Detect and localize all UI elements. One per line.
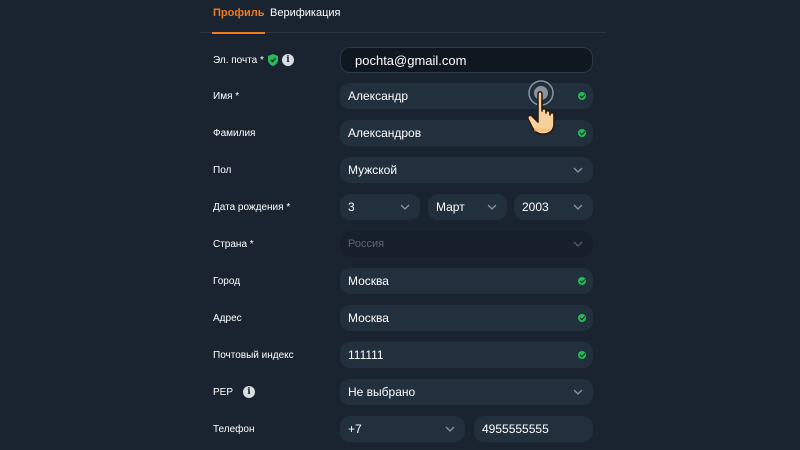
city-field[interactable]: Москва	[340, 268, 593, 294]
email-value: pochta@gmail.com	[355, 52, 467, 68]
info-icon[interactable]: i	[281, 54, 294, 66]
pep-value: Не выбрано	[348, 385, 416, 399]
first-name-label: Имя *	[213, 90, 240, 102]
birth-month-select[interactable]: Март	[428, 194, 507, 220]
pep-select[interactable]: Не выбрано	[340, 379, 593, 405]
check-icon	[578, 277, 586, 285]
birth-date-label: Дата рождения *	[213, 201, 291, 213]
birth-day-select[interactable]: 3	[340, 194, 420, 220]
gender-value: Мужской	[348, 163, 398, 177]
pointer-hand-icon	[527, 80, 555, 135]
shield-check-icon	[267, 54, 278, 66]
check-icon	[578, 351, 586, 359]
postal-code-label: Почтовый индекс	[213, 349, 294, 361]
pep-label-row: PEP i	[213, 385, 256, 399]
address-value: Москва	[348, 311, 389, 325]
city-value: Москва	[348, 274, 389, 288]
chevron-down-icon	[400, 204, 410, 210]
email-label-row: Эл. почта * i	[213, 53, 294, 67]
info-icon[interactable]: i	[243, 386, 256, 398]
last-name-value: Александров	[348, 126, 422, 140]
chevron-down-icon	[573, 204, 583, 210]
chevron-down-icon	[573, 167, 583, 173]
address-field[interactable]: Москва	[340, 305, 593, 331]
phone-code-select[interactable]: +7	[340, 416, 465, 442]
email-field[interactable]: pochta@gmail.com	[340, 47, 593, 73]
check-icon	[578, 314, 586, 322]
phone-number-field[interactable]: 4955555555	[474, 416, 593, 442]
address-label: Адрес	[213, 312, 242, 324]
chevron-down-icon	[573, 241, 583, 247]
gender-label: Пол	[213, 164, 232, 176]
email-label: Эл. почта *	[213, 54, 264, 66]
phone-code-value: +7	[348, 422, 362, 436]
chevron-down-icon	[573, 389, 583, 395]
pep-label: PEP	[213, 386, 234, 398]
birth-month-value: Март	[436, 200, 465, 214]
first-name-value: Александр	[348, 89, 409, 103]
chevron-down-icon	[487, 204, 497, 210]
last-name-label: Фамилия	[213, 127, 256, 139]
postal-code-value: 111111	[348, 348, 384, 362]
gender-select[interactable]: Мужской	[340, 157, 593, 183]
chevron-down-icon	[445, 426, 455, 432]
phone-label: Телефон	[213, 423, 255, 435]
country-label: Страна *	[213, 238, 254, 250]
profile-tabs: Профиль Верификация	[200, 0, 606, 34]
birth-day-value: 3	[348, 200, 355, 214]
tab-verification[interactable]: Верификация	[270, 7, 341, 19]
city-label: Город	[213, 275, 241, 287]
birth-year-select[interactable]: 2003	[514, 194, 593, 220]
birth-year-value: 2003	[522, 200, 549, 214]
phone-number-value: 4955555555	[482, 422, 549, 436]
country-select[interactable]: Россия	[340, 231, 593, 257]
postal-code-field[interactable]: 111111	[340, 342, 593, 368]
country-value: Россия	[348, 238, 385, 250]
tab-profile[interactable]: Профиль	[211, 7, 266, 34]
